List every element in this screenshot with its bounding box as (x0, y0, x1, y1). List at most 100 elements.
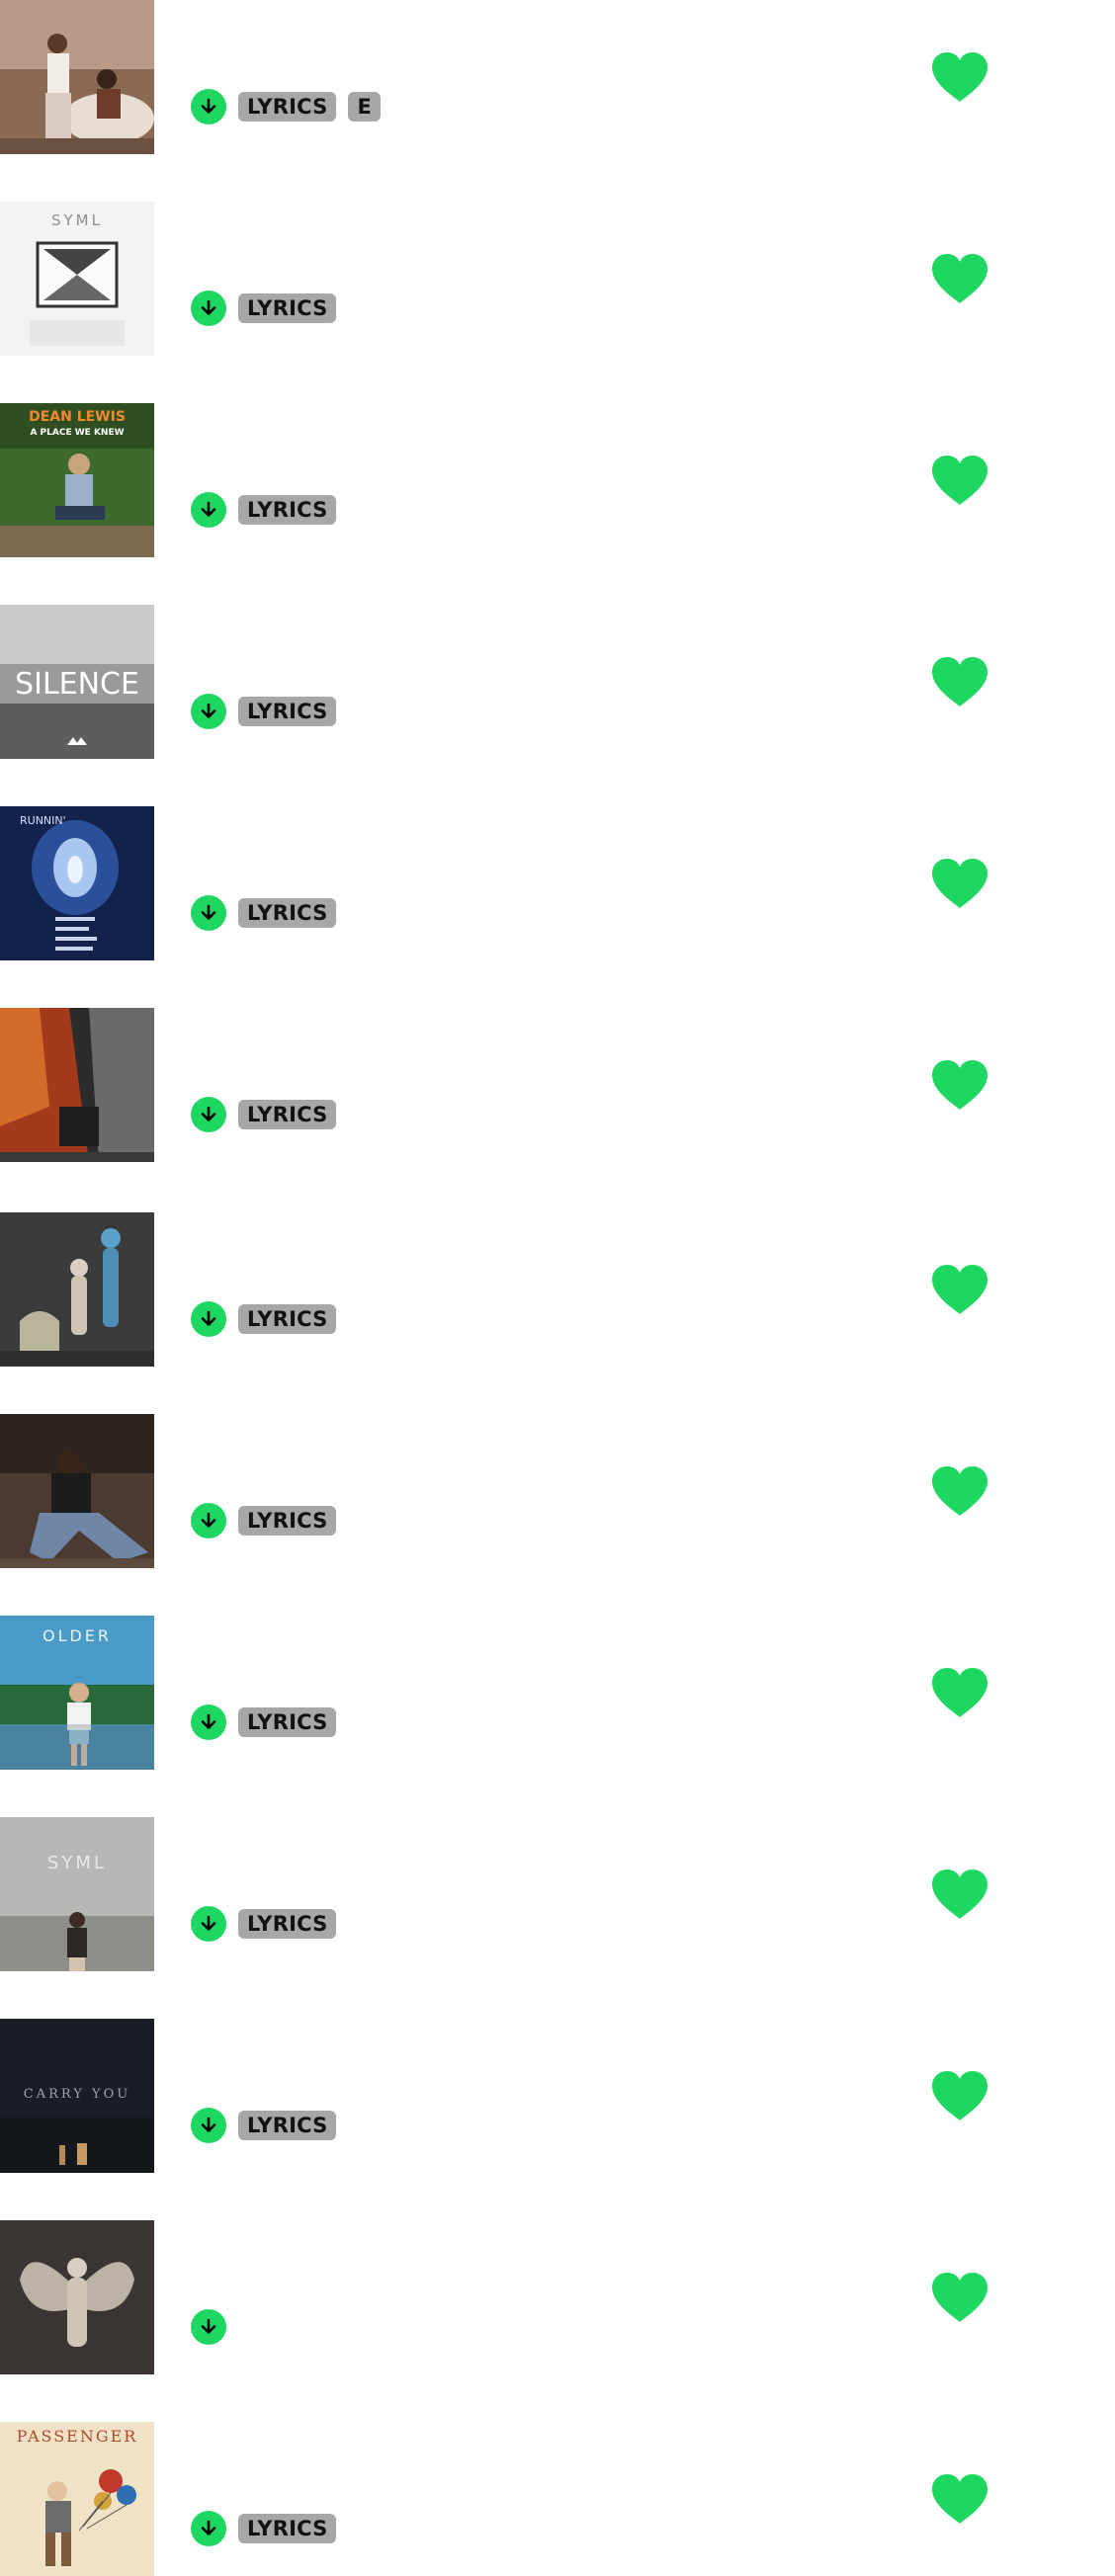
album-art-text: RUNNIN' (20, 814, 66, 827)
downloaded-icon (191, 89, 226, 125)
lyrics-badge: LYRICS (238, 1304, 337, 1334)
track-row[interactable]: SILENCE LYRICS (0, 605, 1115, 759)
heart-icon (932, 1466, 987, 1516)
track-meta (191, 2309, 226, 2345)
heart-icon (932, 657, 987, 706)
album-art-text: PASSENGER (17, 2427, 138, 2446)
track-row[interactable]: LYRICS (0, 1414, 1115, 1568)
heart-icon (932, 1870, 987, 1919)
like-button[interactable] (931, 856, 988, 911)
heart-icon (932, 52, 987, 102)
heart-icon (932, 254, 987, 303)
track-meta: LYRICS (191, 291, 337, 326)
album-art-text: DEAN LEWIS (29, 409, 126, 425)
album-art: CARRY YOU (0, 2019, 154, 2173)
lyrics-badge: LYRICS (238, 1100, 337, 1129)
track-row[interactable]: SYML LYRICS (0, 1817, 1115, 1971)
heart-icon (932, 1060, 987, 1110)
lyrics-badge: LYRICS (238, 92, 337, 122)
track-row[interactable]: DEAN LEWIS A PLACE WE KNEW LYRICS (0, 403, 1115, 557)
like-button[interactable] (931, 1463, 988, 1519)
lyrics-badge: LYRICS (238, 1707, 337, 1737)
track-row[interactable]: RUNNIN' LYRICS (0, 806, 1115, 960)
lyrics-badge: LYRICS (238, 1909, 337, 1939)
track-row[interactable]: OLDER LYRICS (0, 1616, 1115, 1770)
heart-icon (932, 859, 987, 908)
heart-icon (932, 1265, 987, 1314)
album-art (0, 1008, 154, 1162)
like-button[interactable] (931, 2068, 988, 2123)
like-button[interactable] (931, 654, 988, 709)
track-meta: LYRICS (191, 2511, 337, 2546)
album-art-text: SYML (47, 1853, 107, 1873)
track-row[interactable]: LYRICS (0, 1212, 1115, 1367)
like-button[interactable] (931, 49, 988, 105)
downloaded-icon (191, 694, 226, 729)
downloaded-icon (191, 1301, 226, 1337)
downloaded-icon (191, 1097, 226, 1132)
album-art: PASSENGER (0, 2422, 154, 2576)
like-button[interactable] (931, 1665, 988, 1720)
downloaded-icon (191, 1906, 226, 1942)
album-art-text: SILENCE (15, 667, 139, 702)
track-meta: LYRICS (191, 1906, 337, 1942)
heart-icon (932, 1668, 987, 1717)
track-row[interactable]: LYRICS E (0, 0, 1115, 154)
album-art (0, 1414, 154, 1568)
downloaded-icon (191, 2511, 226, 2546)
album-art-subtext: A PLACE WE KNEW (30, 428, 124, 438)
album-art-text: CARRY YOU (24, 2087, 130, 2102)
album-art: DEAN LEWIS A PLACE WE KNEW (0, 403, 154, 557)
album-art (0, 2220, 154, 2374)
downloaded-icon (191, 2108, 226, 2143)
album-art: SYML (0, 202, 154, 356)
downloaded-icon (191, 492, 226, 528)
like-button[interactable] (931, 2471, 988, 2527)
track-list: LYRICS E SYML LYRICS DEAN LEWIS A PLACE … (0, 0, 1115, 2576)
like-button[interactable] (931, 453, 988, 508)
track-meta: LYRICS (191, 492, 337, 528)
downloaded-icon (191, 291, 226, 326)
track-meta: LYRICS E (191, 89, 381, 125)
album-art: OLDER (0, 1616, 154, 1770)
album-art (0, 0, 154, 154)
like-button[interactable] (931, 2270, 988, 2325)
lyrics-badge: LYRICS (238, 1506, 337, 1536)
downloaded-icon (191, 2309, 226, 2345)
heart-icon (932, 2273, 987, 2322)
heart-icon (932, 2474, 987, 2524)
album-art: RUNNIN' (0, 806, 154, 960)
album-art (0, 1212, 154, 1367)
album-art: SYML (0, 1817, 154, 1971)
heart-icon (932, 2071, 987, 2120)
downloaded-icon (191, 1704, 226, 1740)
track-meta: LYRICS (191, 1704, 337, 1740)
track-row[interactable]: SYML LYRICS (0, 202, 1115, 356)
downloaded-icon (191, 1503, 226, 1538)
track-meta: LYRICS (191, 1503, 337, 1538)
lyrics-badge: LYRICS (238, 293, 337, 323)
like-button[interactable] (931, 1867, 988, 1922)
track-row[interactable]: CARRY YOU LYRICS (0, 2019, 1115, 2173)
track-meta: LYRICS (191, 895, 337, 931)
explicit-badge: E (348, 92, 381, 122)
heart-icon (932, 456, 987, 505)
track-meta: LYRICS (191, 1097, 337, 1132)
album-art-text: OLDER (43, 1626, 112, 1645)
track-row[interactable]: PASSENGER LYRICS (0, 2422, 1115, 2576)
like-button[interactable] (931, 1262, 988, 1317)
album-art-text: SYML (51, 211, 103, 229)
lyrics-badge: LYRICS (238, 2111, 337, 2140)
like-button[interactable] (931, 251, 988, 306)
lyrics-badge: LYRICS (238, 898, 337, 928)
lyrics-badge: LYRICS (238, 2514, 337, 2543)
album-art: SILENCE (0, 605, 154, 759)
track-row[interactable] (0, 2220, 1115, 2374)
lyrics-badge: LYRICS (238, 697, 337, 726)
like-button[interactable] (931, 1057, 988, 1113)
track-meta: LYRICS (191, 1301, 337, 1337)
downloaded-icon (191, 895, 226, 931)
track-row[interactable]: LYRICS (0, 1008, 1115, 1162)
track-meta: LYRICS (191, 2108, 337, 2143)
track-meta: LYRICS (191, 694, 337, 729)
